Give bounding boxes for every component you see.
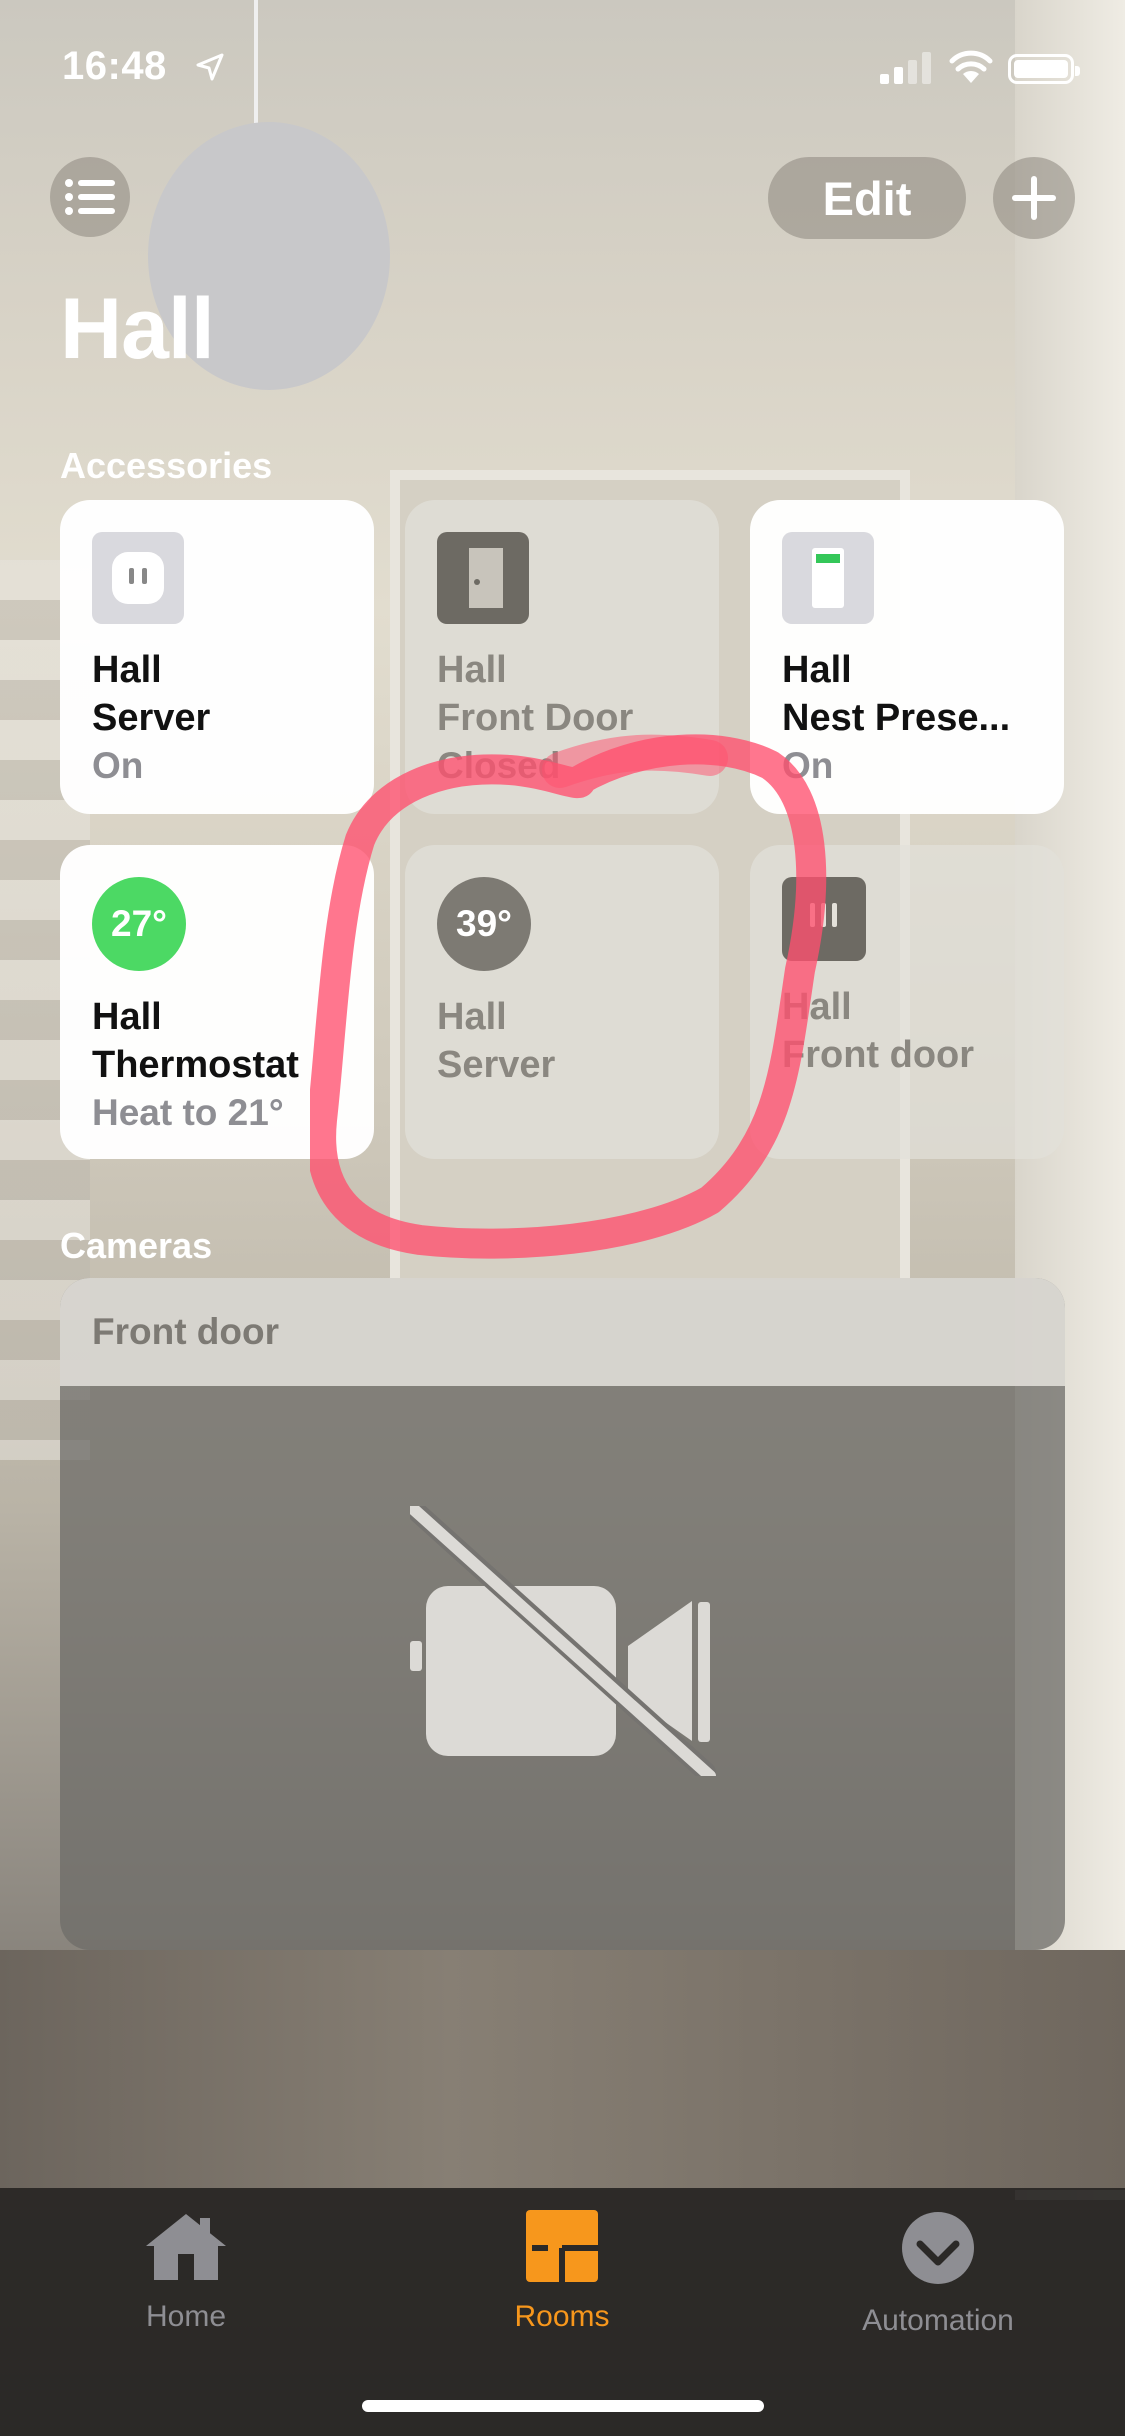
edit-button[interactable]: Edit [768,157,966,239]
accessory-tile-hall-server-temperature[interactable]: 39° Hall Server [405,845,719,1159]
background-floor [0,1950,1125,2190]
tab-label: Home [145,2300,227,2333]
camera-card-front-door[interactable]: Front door [60,1278,1065,1950]
cellular-signal-icon [880,52,931,84]
door-icon [437,532,529,624]
status-bar: 16:48 [0,0,1125,140]
tile-status: Closed [437,745,561,786]
tile-room: Hall [92,649,162,691]
location-arrow-icon [196,53,224,81]
rooms-icon [526,2210,598,2282]
tile-room: Hall [92,996,162,1038]
tile-status: Heat to 21° [92,1092,284,1133]
tab-bar: Home Rooms Automation [0,2188,1125,2436]
tile-name: Nest Prese... [782,697,1011,739]
camera-feed[interactable] [60,1386,1065,1950]
tile-status: On [92,745,144,786]
tab-label: Rooms [514,2300,610,2333]
camera-name: Front door [60,1278,1065,1386]
accessory-tile-hall-nest-presence[interactable]: Hall Nest Prese... On [750,500,1064,814]
status-time: 16:48 [62,44,167,88]
tab-label: Automation [862,2304,1014,2337]
battery-icon [1008,54,1080,84]
tile-room: Hall [782,649,852,691]
page-title: Hall [60,281,215,377]
video-off-icon [410,1506,716,1776]
add-button[interactable] [993,157,1075,239]
automation-icon [902,2212,974,2284]
accessory-tile-hall-front-door-bell[interactable]: Hall Front door [750,845,1064,1159]
tile-name: Server [437,1044,556,1086]
tab-rooms[interactable]: Rooms [412,2210,712,2350]
tile-name: Thermostat [92,1044,299,1086]
temperature-sensor-icon: 39° [437,877,531,971]
list-icon [65,179,115,215]
tile-room: Hall [437,996,507,1038]
accessory-tile-hall-front-door[interactable]: Hall Front Door Closed [405,500,719,814]
tile-room: Hall [782,986,852,1028]
tile-room: Hall [437,649,507,691]
outlet-icon [92,532,184,624]
accessory-tile-hall-server[interactable]: Hall Server On [60,500,374,814]
thermostat-icon: 27° [92,877,186,971]
tile-name: Server [92,697,211,739]
tile-name: Front Door [437,697,634,739]
home-indicator[interactable] [362,2400,764,2412]
menu-button[interactable] [50,157,130,237]
plus-icon [1012,176,1056,220]
cameras-section-label: Cameras [60,1225,213,1266]
sensor-icon [782,532,874,624]
doorbell-icon [782,877,866,961]
tab-automation[interactable]: Automation [788,2210,1088,2350]
tile-name: Front door [782,1034,975,1076]
accessories-section-label: Accessories [60,445,273,486]
wifi-icon [949,50,993,83]
house-icon [146,2214,226,2280]
tile-status: On [782,745,834,786]
tab-home[interactable]: Home [36,2210,336,2350]
accessory-tile-hall-thermostat[interactable]: 27° Hall Thermostat Heat to 21° [60,845,374,1159]
